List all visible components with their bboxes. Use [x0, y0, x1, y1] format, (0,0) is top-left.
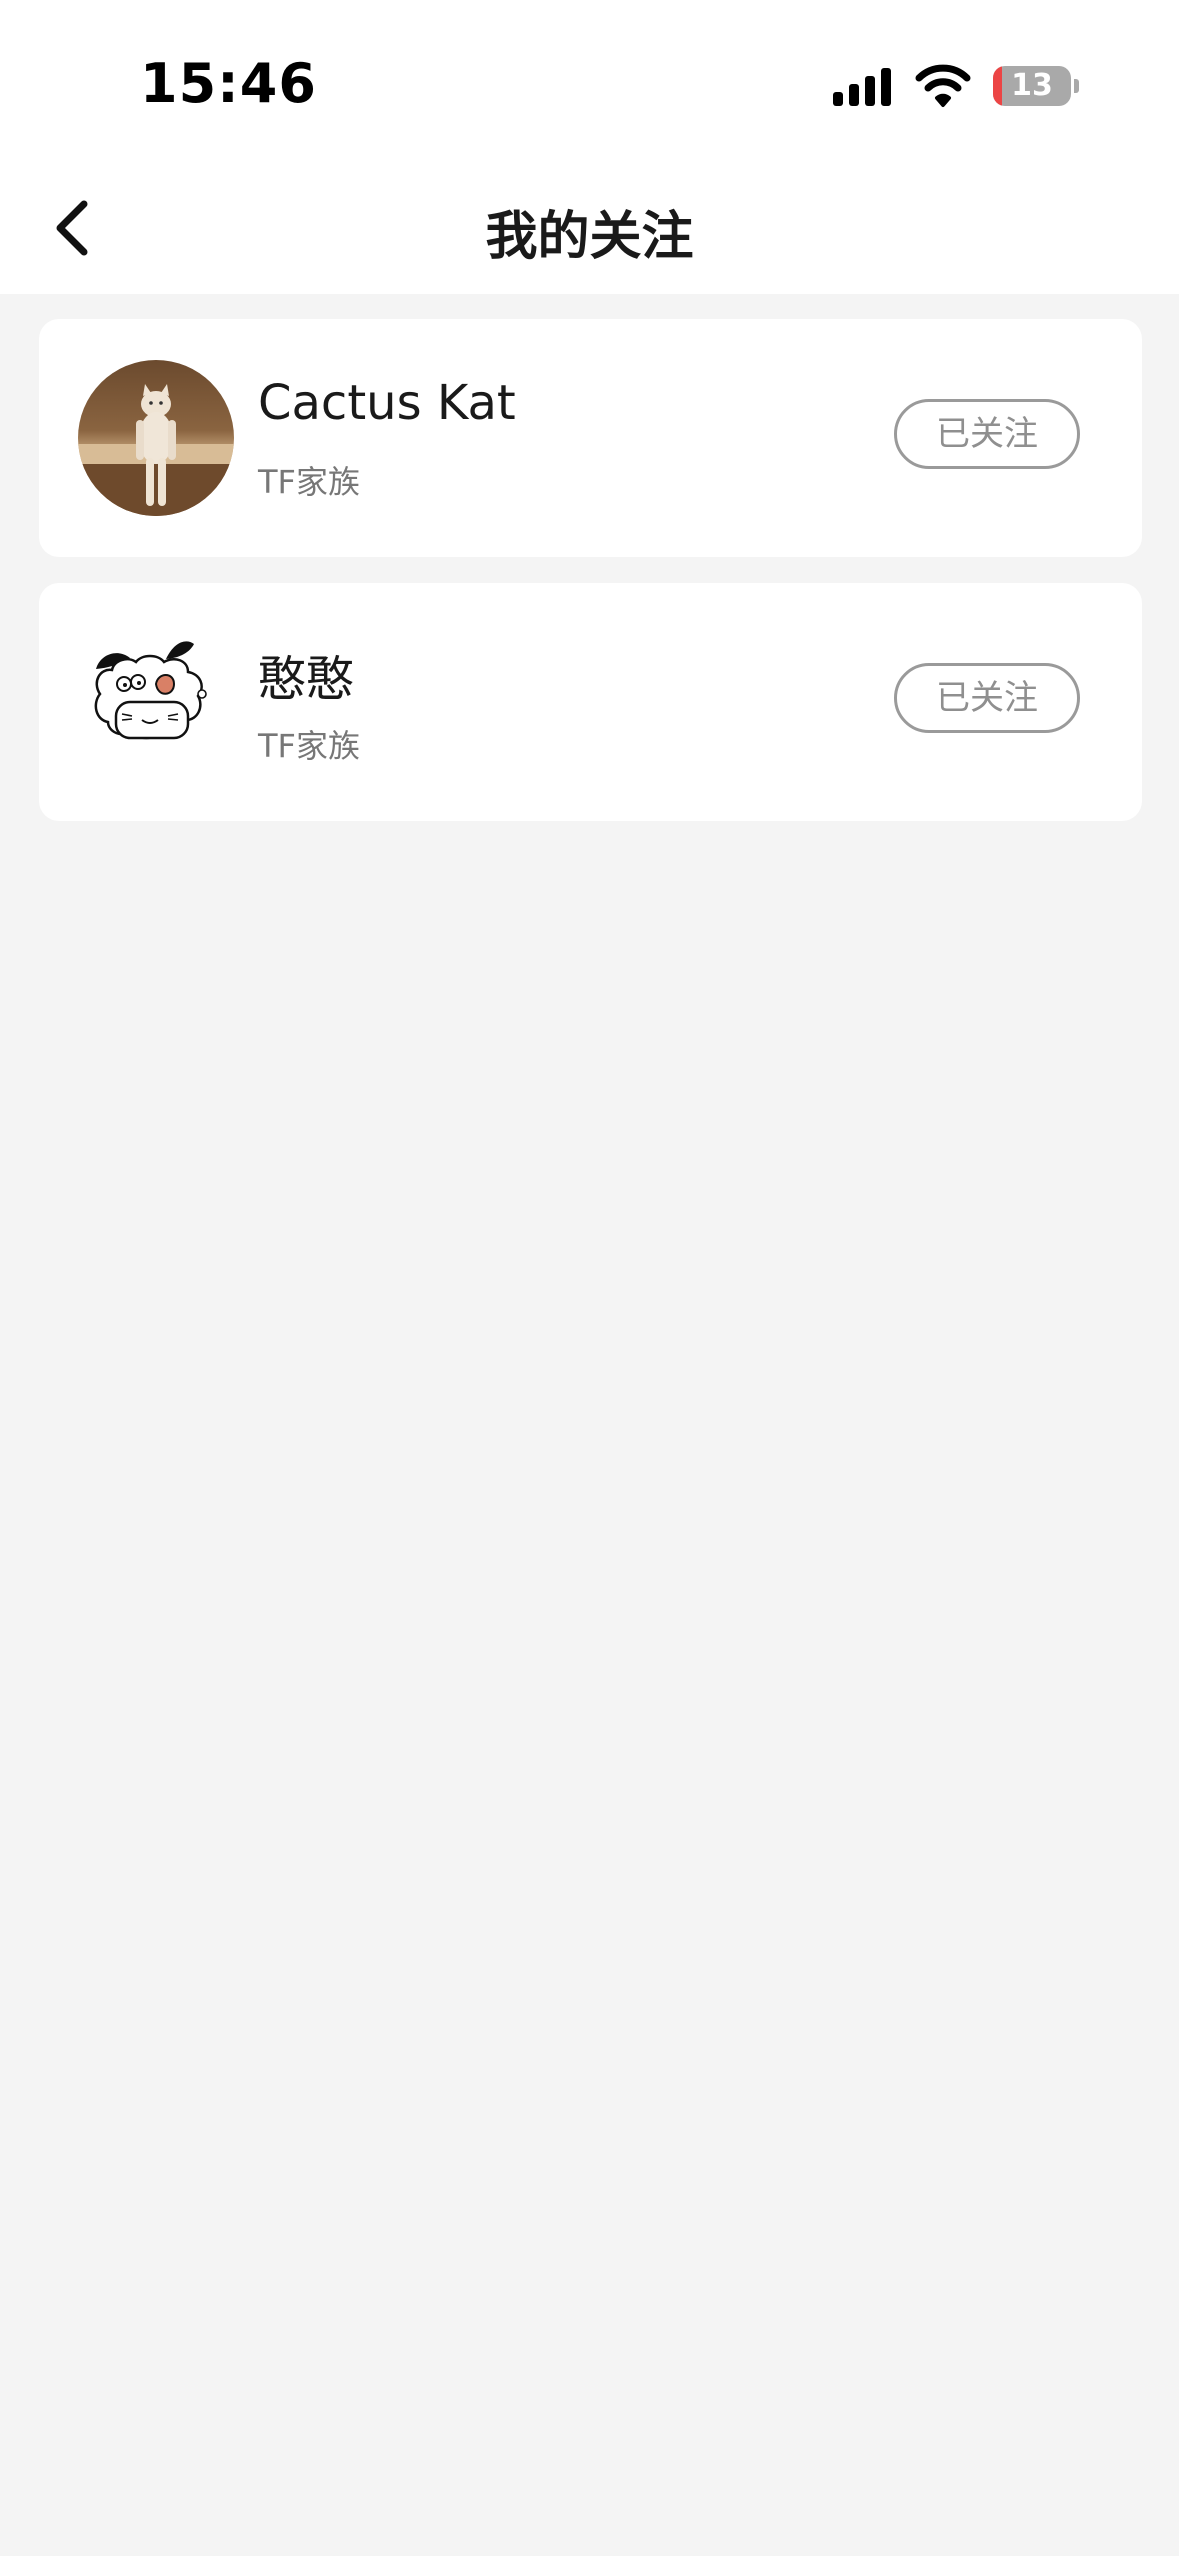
user-name: 憨憨	[258, 651, 355, 707]
signal-icon	[833, 66, 891, 106]
battery-level: 13	[1011, 68, 1053, 103]
wifi-icon	[915, 64, 971, 107]
battery-cap	[1074, 79, 1079, 93]
cat-photo-avatar	[78, 360, 234, 516]
status-icons: 13	[833, 64, 1079, 108]
followed-button[interactable]: 已关注	[894, 399, 1080, 469]
followed-button[interactable]: 已关注	[894, 663, 1080, 733]
following-list: Cactus Kat TF家族 已关注 憨憨 TF家族 已关注	[39, 319, 1142, 847]
battery-icon: 13	[993, 66, 1071, 106]
user-group: TF家族	[258, 463, 360, 501]
page-title: 我的关注	[485, 207, 694, 267]
nav-bar: 我的关注	[0, 160, 1179, 294]
status-bar: 15:46 13	[0, 0, 1179, 160]
following-item[interactable]: Cactus Kat TF家族 已关注	[39, 319, 1142, 557]
status-time: 15:46	[140, 52, 317, 115]
avatar[interactable]	[78, 360, 234, 516]
user-name: Cactus Kat	[258, 375, 516, 431]
user-group: TF家族	[258, 727, 360, 765]
avatar[interactable]	[78, 624, 234, 780]
cartoon-bunny-avatar	[78, 624, 234, 780]
following-item[interactable]: 憨憨 TF家族 已关注	[39, 583, 1142, 821]
